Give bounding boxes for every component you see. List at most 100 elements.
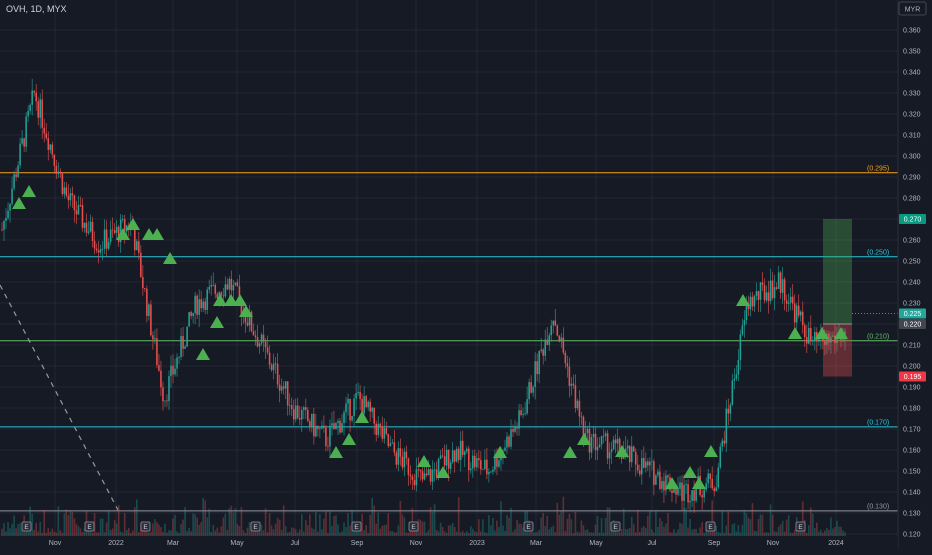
volume-bar <box>731 524 734 536</box>
candle-body <box>292 409 295 420</box>
candle-body <box>713 488 716 492</box>
volume-bar <box>71 511 74 536</box>
volume-bar <box>574 512 577 536</box>
volume-bar <box>532 531 534 536</box>
candle-body <box>443 456 446 466</box>
candle-body <box>441 455 444 457</box>
candle-body <box>67 195 70 201</box>
candle-body <box>194 295 196 314</box>
candle-body <box>427 469 430 476</box>
target-zone[interactable] <box>823 219 852 324</box>
candle-body <box>653 461 655 485</box>
volume-bar <box>337 524 339 536</box>
volume-bar <box>387 513 390 536</box>
volume-bar <box>282 505 285 536</box>
volume-bar <box>498 526 500 536</box>
volume-bar <box>602 532 605 536</box>
volume-bar <box>150 531 152 536</box>
volume-bar <box>77 526 80 536</box>
earnings-marker-label: E <box>708 524 713 531</box>
volume-bar <box>222 517 225 536</box>
candle-body <box>214 284 217 294</box>
candle-body <box>542 349 545 356</box>
volume-bar <box>186 530 188 536</box>
volume-bar <box>838 526 840 536</box>
volume-bar <box>59 530 62 536</box>
price-tick-label: 0.310 <box>903 133 921 140</box>
volume-bar <box>751 503 754 536</box>
candle-body <box>81 205 84 228</box>
volume-bar <box>11 523 13 536</box>
volume-bar <box>319 514 321 536</box>
time-label: 2024 <box>828 540 844 547</box>
price-tick-label: 0.200 <box>903 364 921 371</box>
candle-body <box>186 326 188 347</box>
volume-bar <box>166 532 168 536</box>
candle-body <box>733 378 736 381</box>
candle-body <box>536 361 538 375</box>
candle-body <box>226 284 229 290</box>
candle-body <box>176 357 178 369</box>
candle-body <box>97 250 100 253</box>
time-label: Nov <box>49 540 62 547</box>
candle-body <box>757 291 760 300</box>
candle-body <box>204 301 207 310</box>
volume-bar <box>103 532 106 536</box>
volume-bar <box>514 529 516 536</box>
volume-bar <box>707 530 709 536</box>
candle-body <box>787 302 790 304</box>
currency-badge: MYR <box>905 7 921 14</box>
candle-body <box>302 407 305 411</box>
candle-body <box>413 480 416 486</box>
volume-bar <box>546 515 549 536</box>
volume-bar <box>29 506 31 536</box>
volume-bar <box>19 523 21 536</box>
candle-body <box>727 408 730 414</box>
volume-bar <box>138 532 140 536</box>
stop-zone[interactable] <box>823 324 852 377</box>
candle-body <box>570 383 573 386</box>
volume-bar <box>645 527 647 536</box>
candle-body <box>73 195 76 211</box>
candle-body <box>797 305 800 316</box>
price-axis[interactable]: 0.120 0.130 0.140 0.150 0.160 0.170 0.180 0.190… <box>897 0 932 550</box>
volume-bar <box>576 531 579 536</box>
candle-body <box>649 461 651 466</box>
candle-body <box>439 455 442 459</box>
volume-bar <box>230 505 233 536</box>
candle-body <box>659 471 661 489</box>
volume-bar <box>673 529 675 536</box>
candle-body <box>598 444 601 447</box>
candle-body <box>232 285 235 291</box>
level-label: (0.295) <box>867 165 889 172</box>
candle-body <box>651 461 653 463</box>
volume-bar <box>415 531 418 536</box>
candle-body <box>319 428 321 430</box>
candle-body <box>602 435 605 437</box>
candlestick-chart[interactable]: (0.295) (0.250) (0.210) (0.170) (0.130) 0.12… <box>0 0 932 550</box>
volume-bar <box>117 505 120 536</box>
volume-bar <box>566 518 569 536</box>
candle-body <box>415 469 418 486</box>
volume-bar <box>156 522 158 536</box>
candle-body <box>781 279 784 293</box>
candle-body <box>105 229 108 249</box>
volume-bar <box>626 529 629 536</box>
candle-body <box>333 423 335 430</box>
candle-body <box>431 469 434 482</box>
candle-body <box>616 438 619 444</box>
candle-body <box>69 193 72 201</box>
candle-body <box>351 415 353 421</box>
volume-bar <box>500 501 502 536</box>
candle-body <box>59 171 62 174</box>
candle-body <box>761 282 764 285</box>
chart-panel[interactable]: (0.295) (0.250) (0.210) (0.170) (0.130) 0.12… <box>0 0 932 550</box>
volume-bar <box>538 530 540 536</box>
volume-bar <box>814 528 816 536</box>
volume-bar <box>787 515 790 536</box>
volume-bar <box>739 532 742 536</box>
volume-bar <box>455 531 458 536</box>
volume-bar <box>405 532 408 536</box>
candle-body <box>224 284 227 297</box>
candle-body <box>715 487 718 492</box>
